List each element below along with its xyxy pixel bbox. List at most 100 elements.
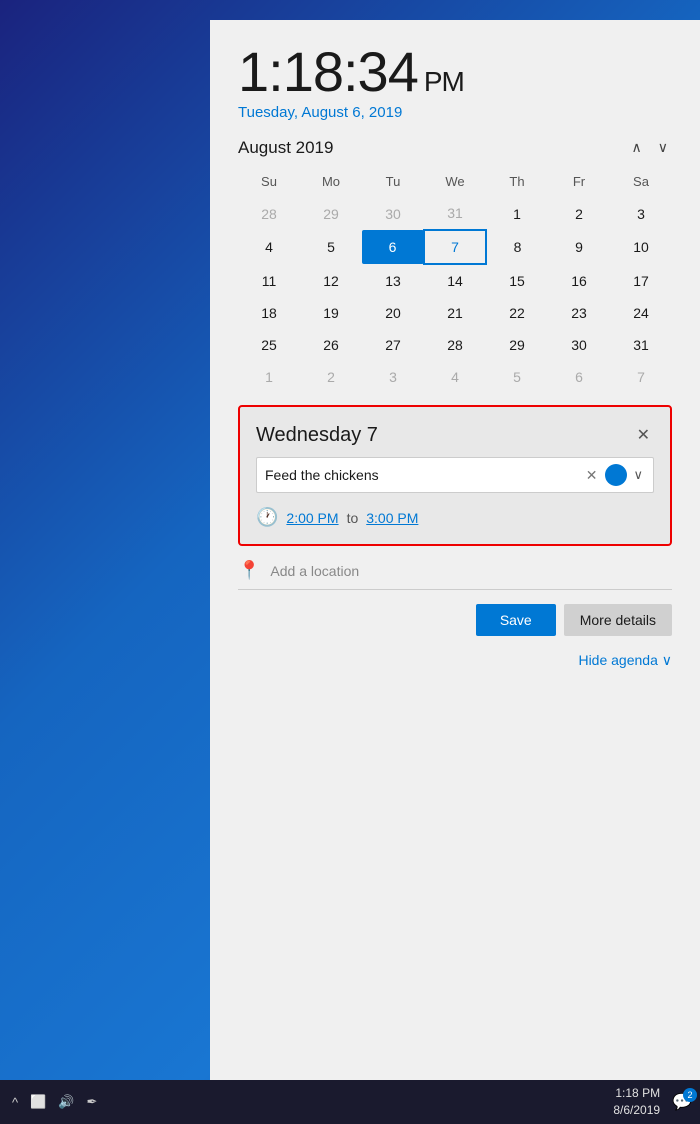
taskbar-left: ^ ⬜ 🔊 ✒ xyxy=(8,1094,101,1110)
calendar-day-cell[interactable]: 4 xyxy=(238,230,300,264)
calendar-day-cell[interactable]: 17 xyxy=(610,264,672,297)
taskbar-clock[interactable]: 1:18 PM 8/6/2019 xyxy=(613,1085,660,1119)
calendar-day-cell[interactable]: 2 xyxy=(548,197,610,230)
hide-agenda-label: Hide agenda xyxy=(578,652,657,668)
calendar-day-cell[interactable]: 21 xyxy=(424,297,486,329)
day-header-mo: Mo xyxy=(300,170,362,197)
location-icon: 📍 xyxy=(238,560,260,581)
calendar-day-cell[interactable]: 4 xyxy=(424,361,486,393)
day-header-tu: Tu xyxy=(362,170,424,197)
day-header-we: We xyxy=(424,170,486,197)
calendar-day-cell[interactable]: 16 xyxy=(548,264,610,297)
calendar-day-cell[interactable]: 26 xyxy=(300,329,362,361)
calendar-day-cell[interactable]: 3 xyxy=(362,361,424,393)
calendar-day-cell[interactable]: 23 xyxy=(548,297,610,329)
action-row: Save More details xyxy=(238,590,672,644)
calendar-day-cell[interactable]: 31 xyxy=(424,197,486,230)
event-time-row: 🕐 2:00 PM to 3:00 PM xyxy=(256,503,654,532)
day-header-sa: Sa xyxy=(610,170,672,197)
taskbar-show-hidden-icons[interactable]: ^ xyxy=(8,1095,22,1110)
calendar-day-cell[interactable]: 1 xyxy=(486,197,548,230)
calendar-day-cell[interactable]: 12 xyxy=(300,264,362,297)
day-header-fr: Fr xyxy=(548,170,610,197)
calendar-day-cell[interactable]: 13 xyxy=(362,264,424,297)
calendar-day-cell[interactable]: 15 xyxy=(486,264,548,297)
clock-icon: 🕐 xyxy=(256,507,278,528)
calendar-month-year: August 2019 xyxy=(238,138,333,158)
event-popup-header: Wednesday 7 ✕ xyxy=(256,423,654,447)
calendar-day-cell[interactable]: 6 xyxy=(362,230,424,264)
event-day-title: Wednesday 7 xyxy=(256,424,378,447)
calendar-week-row: 11121314151617 xyxy=(238,264,672,297)
calendar-day-cell[interactable]: 10 xyxy=(610,230,672,264)
calendar-prev-button[interactable]: ∧ xyxy=(628,137,646,158)
calendar-day-cell[interactable]: 1 xyxy=(238,361,300,393)
hide-agenda-button[interactable]: Hide agenda ∨ xyxy=(578,652,672,669)
event-input-row: ✕ ∨ xyxy=(256,457,654,493)
taskbar-display-icon[interactable]: ⬜ xyxy=(26,1094,50,1110)
calendar-day-cell[interactable]: 25 xyxy=(238,329,300,361)
calendar-day-cell[interactable]: 22 xyxy=(486,297,548,329)
calendar-day-cell[interactable]: 2 xyxy=(300,361,362,393)
calendar-nav: ∧ ∨ xyxy=(628,137,673,158)
calendar-header: August 2019 ∧ ∨ xyxy=(238,137,672,158)
clock-date: Tuesday, August 6, 2019 xyxy=(238,104,672,121)
clock-section: 1:18:34PM Tuesday, August 6, 2019 xyxy=(238,44,672,121)
taskbar: ^ ⬜ 🔊 ✒ 1:18 PM 8/6/2019 💬 2 xyxy=(0,1080,700,1124)
chevron-down-icon: ∨ xyxy=(662,652,672,668)
notification-badge: 2 xyxy=(683,1088,697,1102)
clear-event-title-button[interactable]: ✕ xyxy=(582,467,602,484)
calendar-day-cell[interactable]: 3 xyxy=(610,197,672,230)
calendar-section: August 2019 ∧ ∨ Su Mo Tu We Th Fr Sa 282… xyxy=(238,137,672,393)
calendar-week-row: 18192021222324 xyxy=(238,297,672,329)
calendar-day-cell[interactable]: 28 xyxy=(238,197,300,230)
calendar-day-cell[interactable]: 31 xyxy=(610,329,672,361)
clock-time-value: 1:18:34 xyxy=(238,40,418,103)
location-row: 📍 Add a location xyxy=(238,546,672,590)
calendar-day-cell[interactable]: 7 xyxy=(424,230,486,264)
save-button[interactable]: Save xyxy=(476,604,556,636)
calendar-week-row: 1234567 xyxy=(238,361,672,393)
calendar-day-cell[interactable]: 8 xyxy=(486,230,548,264)
calendar-day-cell[interactable]: 5 xyxy=(486,361,548,393)
calendar-flyout: 1:18:34PM Tuesday, August 6, 2019 August… xyxy=(210,20,700,1100)
calendar-day-cell[interactable]: 30 xyxy=(362,197,424,230)
close-event-popup-button[interactable]: ✕ xyxy=(633,423,654,447)
taskbar-date: 8/6/2019 xyxy=(613,1102,660,1119)
location-placeholder[interactable]: Add a location xyxy=(270,563,359,579)
calendar-day-cell[interactable]: 19 xyxy=(300,297,362,329)
calendar-day-cell[interactable]: 29 xyxy=(300,197,362,230)
taskbar-right: 1:18 PM 8/6/2019 💬 2 xyxy=(613,1085,692,1119)
event-start-time[interactable]: 2:00 PM xyxy=(286,510,338,526)
event-color-dropdown-button[interactable]: ∨ xyxy=(631,467,645,483)
calendar-day-cell[interactable]: 6 xyxy=(548,361,610,393)
event-popup: Wednesday 7 ✕ ✕ ∨ 🕐 2:00 PM to 3:00 PM xyxy=(238,405,672,546)
calendar-week-row: 28293031123 xyxy=(238,197,672,230)
calendar-day-cell[interactable]: 7 xyxy=(610,361,672,393)
calendar-day-cell[interactable]: 28 xyxy=(424,329,486,361)
calendar-week-row: 25262728293031 xyxy=(238,329,672,361)
calendar-day-cell[interactable]: 20 xyxy=(362,297,424,329)
hide-agenda-row: Hide agenda ∨ xyxy=(238,644,672,685)
day-header-su: Su xyxy=(238,170,300,197)
calendar-next-button[interactable]: ∨ xyxy=(654,137,672,158)
taskbar-volume-icon[interactable]: 🔊 xyxy=(54,1094,78,1110)
calendar-day-cell[interactable]: 18 xyxy=(238,297,300,329)
more-details-button[interactable]: More details xyxy=(564,604,672,636)
calendar-day-cell[interactable]: 5 xyxy=(300,230,362,264)
calendar-day-cell[interactable]: 29 xyxy=(486,329,548,361)
event-color-dot xyxy=(605,464,627,486)
calendar-day-cell[interactable]: 9 xyxy=(548,230,610,264)
calendar-day-headers: Su Mo Tu We Th Fr Sa xyxy=(238,170,672,197)
calendar-day-cell[interactable]: 27 xyxy=(362,329,424,361)
notification-center-button[interactable]: 💬 2 xyxy=(672,1092,692,1112)
calendar-day-cell[interactable]: 11 xyxy=(238,264,300,297)
calendar-day-cell[interactable]: 14 xyxy=(424,264,486,297)
calendar-day-cell[interactable]: 30 xyxy=(548,329,610,361)
taskbar-pen-icon[interactable]: ✒ xyxy=(82,1094,101,1110)
event-title-input[interactable] xyxy=(265,467,582,483)
calendar-day-cell[interactable]: 24 xyxy=(610,297,672,329)
event-end-time[interactable]: 3:00 PM xyxy=(366,510,418,526)
calendar-week-row: 45678910 xyxy=(238,230,672,264)
taskbar-time: 1:18 PM xyxy=(613,1085,660,1102)
